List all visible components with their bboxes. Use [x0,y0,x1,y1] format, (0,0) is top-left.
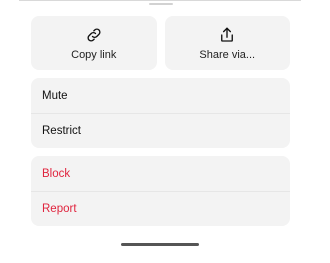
report-option[interactable]: Report [31,191,290,226]
copy-link-button[interactable]: Copy link [31,16,157,70]
link-icon [87,27,101,42]
copy-link-label: Copy link [71,48,117,61]
sheet-top-edge [19,0,301,1]
share-via-button[interactable]: Share via... [164,16,290,70]
bottom-sheet: Copy link Share via... Mute Restrict Blo… [0,0,330,263]
quick-actions: Copy link Share via... [31,16,290,70]
share-icon [221,27,234,42]
menu-group-moderation: Mute Restrict [31,78,290,148]
mute-option[interactable]: Mute [31,78,290,113]
home-indicator [121,243,199,246]
share-via-label: Share via... [199,48,256,61]
block-option[interactable]: Block [31,156,290,191]
menu-group-danger: Block Report [31,156,290,226]
restrict-option[interactable]: Restrict [31,113,290,148]
sheet-grab-handle[interactable] [149,3,173,5]
